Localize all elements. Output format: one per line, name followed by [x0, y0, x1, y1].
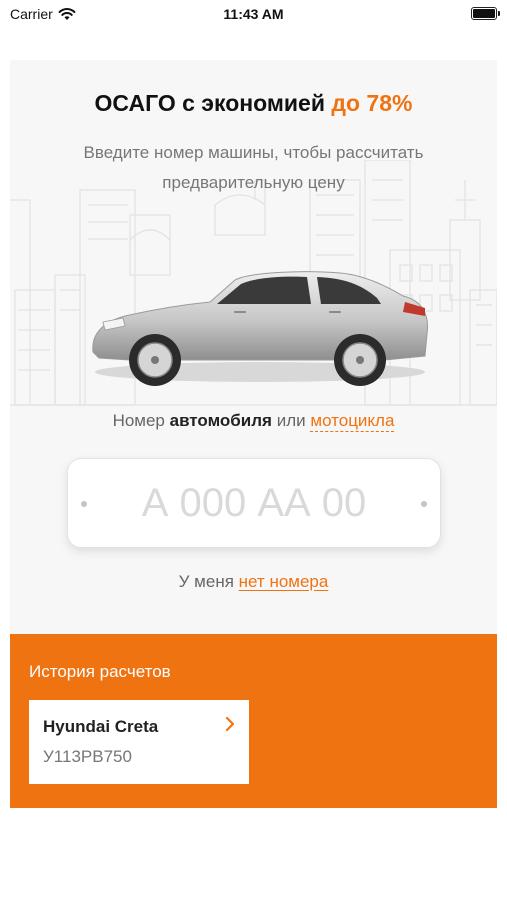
license-plate-input[interactable] [98, 475, 410, 531]
title-main: ОСАГО с экономией [94, 90, 325, 116]
no-number-link[interactable]: нет номера [239, 572, 329, 591]
history-item-model: Hyundai Creta [43, 717, 159, 736]
plate-type-label: Номер автомобиля или мотоцикла [10, 411, 497, 432]
car-illustration [92, 271, 429, 386]
plate-bolt-left-icon [81, 501, 87, 507]
chevron-right-icon [225, 716, 235, 732]
history-item-plate: У113РВ750 [43, 747, 132, 766]
page-title: ОСАГО с экономией до 78% [10, 90, 497, 117]
page-subtitle: Введите номер машины, чтобы рассчитать п… [83, 143, 424, 192]
calculation-history-section: История расчетов Hyundai Creta У113РВ750 [10, 634, 497, 808]
status-time: 11:43 AM [223, 6, 284, 22]
plate-label-prefix: Номер [112, 411, 165, 430]
plate-bolt-right-icon [421, 501, 427, 507]
plate-type-moto-link[interactable]: мотоцикла [310, 411, 395, 432]
no-number-row: У меня нет номера [10, 572, 497, 592]
plate-type-car: автомобиля [169, 411, 272, 430]
title-discount: до 78% [331, 90, 413, 116]
battery-icon [471, 7, 500, 20]
history-item[interactable]: Hyundai Creta У113РВ750 [29, 700, 249, 784]
history-title: История расчетов [29, 662, 171, 681]
license-plate-field[interactable] [67, 458, 441, 548]
plate-label-or: или [276, 411, 306, 430]
osago-hero-card: ОСАГО с экономией до 78% Введите номер м… [10, 60, 497, 634]
no-number-prefix: У меня [178, 572, 234, 591]
status-bar: Carrier 11:43 AM [0, 0, 507, 30]
